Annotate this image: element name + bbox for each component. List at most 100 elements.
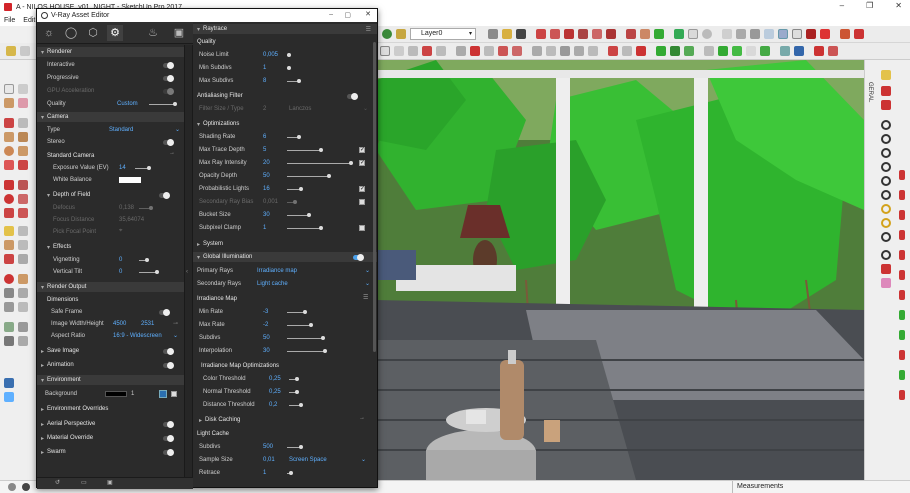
opacity-depth-value[interactable]: 50 xyxy=(263,171,270,181)
background-swatch[interactable] xyxy=(105,391,127,397)
materials-tab-icon[interactable]: ⬡ xyxy=(85,25,101,41)
save-image-toggle[interactable] xyxy=(163,348,174,355)
pan-icon[interactable] xyxy=(18,274,28,284)
probabilistic-slider[interactable] xyxy=(287,187,303,191)
render-teapot-icon[interactable]: ♨ xyxy=(145,25,161,41)
zoom-window-icon[interactable] xyxy=(18,288,28,298)
scrollbar[interactable] xyxy=(373,42,376,352)
shaded-icon[interactable] xyxy=(778,29,788,39)
max-ray-intensity-checkbox[interactable] xyxy=(359,159,365,166)
vray-close-button[interactable]: ✕ xyxy=(365,10,371,18)
normal-threshold-value[interactable]: 0,25 xyxy=(269,387,281,397)
menu-file[interactable]: File xyxy=(4,17,15,24)
save-icon[interactable]: ▣ xyxy=(107,479,113,486)
house-icon[interactable] xyxy=(674,29,684,39)
chevron-down-icon[interactable]: ⌄ xyxy=(365,280,370,287)
orbit-tool-icon[interactable] xyxy=(4,274,14,284)
arrow-tool-5-icon[interactable] xyxy=(899,250,905,260)
max-trace-depth-checkbox[interactable] xyxy=(359,146,365,153)
back-view-icon[interactable] xyxy=(780,46,790,56)
rotated-rect-icon[interactable] xyxy=(18,132,28,142)
arrow-tool-6-icon[interactable] xyxy=(899,270,905,280)
section-system[interactable]: ▸ System xyxy=(197,239,223,249)
freehand-icon[interactable] xyxy=(18,118,28,128)
eraser-tool-icon[interactable] xyxy=(394,46,404,56)
offset-icon[interactable] xyxy=(18,208,28,218)
arrow-tool-4-icon[interactable] xyxy=(899,230,905,240)
rectangle-icon[interactable] xyxy=(4,132,14,142)
vray-tool-2-icon[interactable] xyxy=(881,86,891,96)
info-icon[interactable] xyxy=(8,483,16,491)
paint-bucket-icon[interactable] xyxy=(608,46,618,56)
exposure-slider[interactable] xyxy=(135,166,151,170)
probabilistic-checkbox[interactable] xyxy=(359,185,365,192)
monochrome-icon[interactable] xyxy=(806,29,816,39)
paint-tool-icon[interactable] xyxy=(4,98,14,108)
warehouse-icon[interactable] xyxy=(626,29,636,39)
group-icon[interactable] xyxy=(564,29,574,39)
position-camera-icon[interactable] xyxy=(684,46,694,56)
safe-frame-toggle[interactable] xyxy=(159,309,170,316)
vray-maximize-button[interactable]: ▢ xyxy=(344,11,351,19)
section-disk-caching[interactable]: ▸ Disk Caching xyxy=(199,415,240,425)
min-rate-value[interactable]: -3 xyxy=(263,307,268,317)
arrow-tool-7-icon[interactable] xyxy=(899,290,905,300)
frame-buffer-icon[interactable]: ▣ xyxy=(171,25,187,41)
aerial-toggle[interactable] xyxy=(163,421,174,428)
left-view-icon[interactable] xyxy=(794,46,804,56)
scale-tool-icon[interactable] xyxy=(498,46,508,56)
secondary-bias-slider[interactable] xyxy=(287,200,297,204)
hidden-line-icon[interactable] xyxy=(764,29,774,39)
background-value[interactable]: 1 xyxy=(131,389,134,399)
bucket-size-value[interactable]: 30 xyxy=(263,210,270,220)
noise-limit-value[interactable]: 0,005 xyxy=(263,50,278,60)
stereo-toggle[interactable] xyxy=(163,139,174,146)
max-ray-intensity-value[interactable]: 20 xyxy=(263,158,270,168)
arrow-right-icon[interactable]: → xyxy=(169,150,175,156)
material-override-toggle[interactable] xyxy=(163,435,174,442)
shading-rate-value[interactable]: 6 xyxy=(263,132,266,142)
section-renderer[interactable]: ▾ Renderer xyxy=(37,47,184,57)
vray-title-bar[interactable]: V-Ray Asset Editor – ▢ ✕ xyxy=(37,9,377,22)
tape-tool-icon[interactable] xyxy=(532,46,542,56)
position-icon[interactable] xyxy=(4,322,14,332)
section-icon[interactable] xyxy=(536,29,546,39)
swarm-toggle[interactable] xyxy=(163,449,174,456)
text-tool-icon[interactable] xyxy=(546,46,556,56)
dimension-tool-icon[interactable] xyxy=(574,46,584,56)
vignetting-slider[interactable] xyxy=(139,258,149,262)
component-tool-icon[interactable] xyxy=(18,84,28,94)
ring-tool-4-icon[interactable] xyxy=(881,162,891,172)
section-raytrace[interactable]: ▾ Raytrace ☰ xyxy=(193,24,377,34)
rotate-tool-icon[interactable] xyxy=(484,46,494,56)
opacity-depth-slider[interactable] xyxy=(287,174,331,178)
retrace-slider[interactable] xyxy=(287,471,293,475)
arrow-tool-12-icon[interactable] xyxy=(899,390,905,400)
section-effects[interactable]: ▾ Effects xyxy=(47,242,184,252)
arc-tool-icon[interactable] xyxy=(422,46,432,56)
dof-toggle[interactable] xyxy=(159,192,170,199)
paint-icon[interactable] xyxy=(488,29,498,39)
scale-icon[interactable] xyxy=(4,208,14,218)
aspect-value[interactable]: 16:9 - Widescreen xyxy=(113,331,162,341)
distance-threshold-slider[interactable] xyxy=(289,403,303,407)
help-icon[interactable] xyxy=(820,29,830,39)
vertical-tilt-value[interactable]: 0 xyxy=(119,267,122,277)
look-around-icon[interactable] xyxy=(18,322,28,332)
arrow-tool-8-icon[interactable] xyxy=(899,310,905,320)
sample-size-value[interactable]: 0,01 xyxy=(263,455,275,465)
arc-icon[interactable] xyxy=(4,160,14,170)
min-rate-slider[interactable] xyxy=(287,310,307,314)
settings-tab-icon[interactable]: ⚙ xyxy=(107,25,123,41)
model-viewport[interactable] xyxy=(376,60,864,480)
section-camera[interactable]: ▾ Camera xyxy=(37,112,184,122)
dimension-icon[interactable] xyxy=(18,226,28,236)
axes-icon[interactable] xyxy=(4,254,14,264)
push-pull-icon[interactable] xyxy=(456,46,466,56)
pick-target-icon[interactable]: ⌖ xyxy=(119,228,122,235)
sample-mode-value[interactable]: Screen Space xyxy=(289,455,327,465)
tape-icon[interactable] xyxy=(4,226,14,236)
arrow-tool-2-icon[interactable] xyxy=(899,190,905,200)
ring-tool-3-icon[interactable] xyxy=(881,148,891,158)
look-icon[interactable] xyxy=(670,46,680,56)
